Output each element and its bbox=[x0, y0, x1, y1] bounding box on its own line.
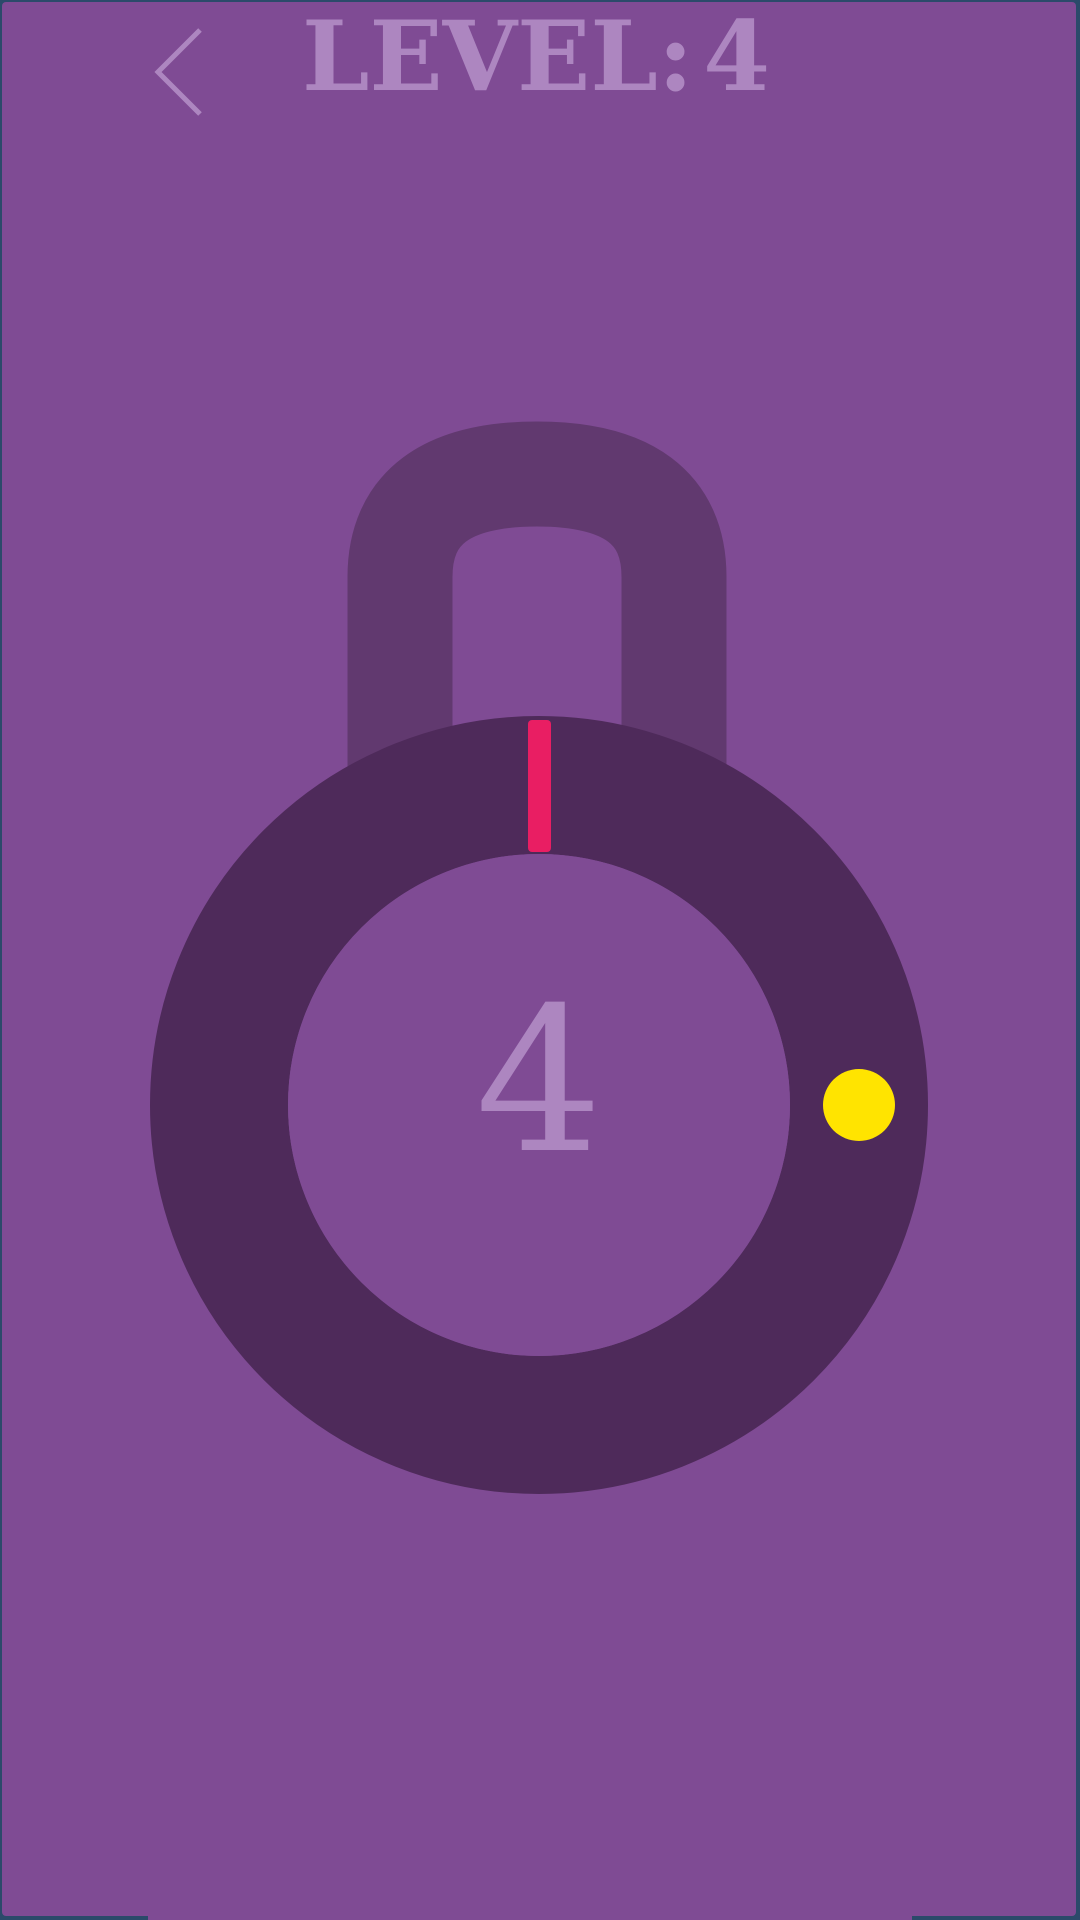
target-dot bbox=[823, 1069, 895, 1141]
needle bbox=[528, 720, 551, 852]
game-screen: LEVEL: 4 4 bbox=[2, 2, 1076, 1916]
padlock[interactable] bbox=[2, 2, 1076, 1916]
bottom-bar bbox=[148, 1914, 912, 1920]
remaining-count: 4 bbox=[475, 965, 603, 1198]
